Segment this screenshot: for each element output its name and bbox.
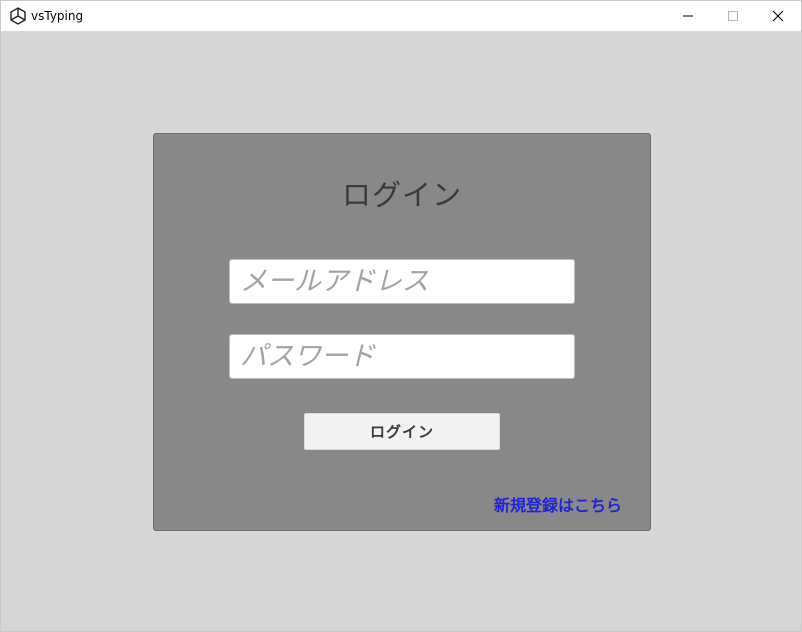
close-button[interactable] [755, 1, 801, 31]
password-field[interactable] [229, 334, 575, 379]
maximize-icon [727, 7, 739, 26]
login-panel: ログイン ログイン 新規登録はこちら [153, 133, 651, 531]
title-bar[interactable]: vsTyping [1, 1, 801, 31]
login-button[interactable]: ログイン [304, 413, 500, 450]
minimize-button[interactable] [665, 1, 711, 31]
maximize-button[interactable] [710, 1, 756, 31]
minimize-icon [682, 7, 694, 26]
register-link[interactable]: 新規登録はこちら [494, 492, 622, 516]
game-viewport: ログイン ログイン 新規登録はこちら [1, 31, 801, 631]
close-icon [772, 7, 784, 26]
login-heading: ログイン [341, 178, 462, 212]
email-input[interactable] [230, 260, 574, 303]
unity-logo-icon [9, 7, 27, 25]
app-window: vsTyping ログイン メールアドレス ログイン 新規登録はこちら [0, 0, 802, 632]
password-input[interactable] [230, 335, 574, 378]
email-field[interactable] [229, 259, 575, 304]
window-title: vsTyping [31, 9, 84, 23]
